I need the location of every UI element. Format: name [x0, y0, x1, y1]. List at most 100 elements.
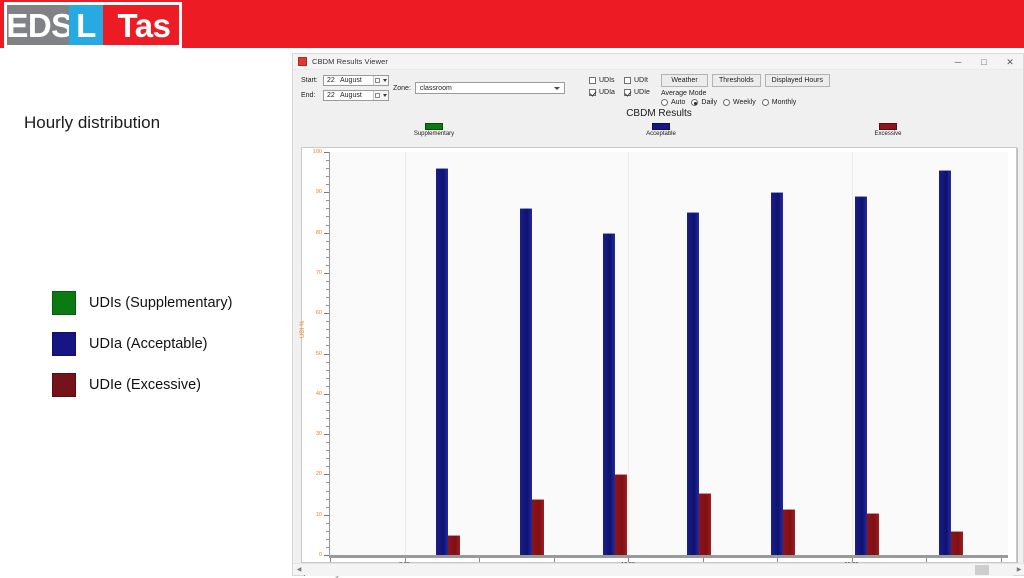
radio-weekly[interactable]: Weekly — [722, 99, 756, 106]
grid-band — [330, 152, 1008, 233]
radio-monthly[interactable]: Monthly — [761, 99, 797, 106]
chart-legend-item-excessive: Excessive — [843, 123, 933, 137]
x-tick — [553, 558, 555, 562]
x-axis-line — [329, 555, 1008, 558]
start-date-input[interactable]: 22 August — [323, 75, 389, 86]
end-date-spinner[interactable] — [373, 91, 388, 100]
slide-legend: UDIs (Supplementary) UDIa (Acceptable) U… — [52, 282, 292, 405]
chart-legend: Supplementary Acceptable Excessive — [293, 123, 1024, 145]
y-tick-label: 50 — [315, 350, 322, 357]
scroll-left-arrow-icon[interactable]: ◀ — [293, 566, 305, 573]
legend-item-label: UDIe (Excessive) — [89, 376, 201, 393]
bar-udie-2 — [615, 474, 628, 555]
scrollbar-thumb[interactable] — [975, 564, 989, 575]
radio-daily[interactable]: Daily — [691, 99, 717, 106]
y-tick-label: 0 — [318, 552, 322, 558]
bar-udia-2 — [603, 232, 616, 555]
y-tick-label: 20 — [315, 471, 322, 478]
y-axis-ticks: 0 10 20 30 40 50 60 70 80 90 100 — [302, 149, 330, 558]
legend-item-label: UDIa (Acceptable) — [89, 335, 208, 352]
close-button[interactable]: ✕ — [997, 54, 1023, 70]
x-tick — [926, 558, 928, 562]
green-square-swatch-icon — [52, 290, 76, 315]
checkbox-label: UDIe — [634, 88, 650, 96]
checkbox-label: UDIs — [599, 76, 615, 84]
plot-area[interactable] — [330, 152, 1008, 555]
end-date-day: 22 — [327, 92, 335, 99]
udi-checkbox-row-top: UDIs UDIt — [589, 74, 659, 86]
x-tick — [777, 558, 779, 562]
start-date-month: August — [340, 77, 362, 84]
zone-select[interactable]: classroom — [414, 82, 565, 94]
page-title: Hourly distribution — [24, 113, 161, 132]
checkbox-udia[interactable]: UDIa — [589, 86, 624, 98]
radio-auto[interactable]: Auto — [661, 99, 685, 106]
chevron-down-icon — [553, 87, 560, 90]
radio-label: Monthly — [771, 99, 797, 106]
y-tick-label: 80 — [315, 229, 322, 236]
x-tick — [330, 558, 331, 562]
window-titlebar[interactable]: CBDM Results Viewer ─ □ ✕ — [293, 54, 1023, 70]
checkbox-udie[interactable]: UDIe — [624, 86, 659, 98]
scrollbar-track[interactable] — [305, 563, 1013, 576]
end-date-group: End: 22 August — [301, 90, 389, 101]
weather-button[interactable]: Weather — [661, 74, 708, 87]
blue-square-swatch-icon — [52, 331, 76, 356]
grid-band — [330, 232, 1008, 314]
calendar-icon — [375, 93, 381, 98]
udi-checkbox-row-bottom: UDIa UDIe — [589, 86, 659, 98]
average-mode-radios: Auto Daily Weekly Monthly — [661, 99, 796, 106]
calendar-icon — [375, 78, 381, 83]
start-date-label: Start: — [301, 77, 318, 84]
minimize-button[interactable]: ─ — [945, 54, 971, 70]
bar-udie-5 — [866, 512, 879, 555]
checkbox-udit[interactable]: UDIt — [624, 74, 659, 86]
chart-legend-label: Supplementary — [413, 131, 455, 137]
darkred-swatch-icon — [879, 123, 897, 130]
start-date-day: 22 — [327, 77, 335, 84]
checkbox-box — [589, 88, 596, 96]
horizontal-scrollbar[interactable]: ◀ ▶ — [293, 563, 1024, 576]
chevron-down-icon — [382, 79, 387, 82]
zone-label: Zone: — [393, 84, 411, 92]
udi-checkbox-group: UDIs UDIt UDIa UDIe — [589, 74, 659, 98]
displayed-hours-button[interactable]: Displayed Hours — [764, 74, 830, 87]
end-date-input[interactable]: 22 August — [323, 90, 389, 101]
window-title: CBDM Results Viewer — [312, 57, 388, 66]
zone-selected-value: classroom — [419, 84, 452, 92]
radio-circle — [761, 99, 769, 106]
green-swatch-icon — [425, 123, 443, 130]
chevron-down-icon — [382, 94, 387, 97]
checkbox-label: UDIa — [599, 88, 615, 96]
thresholds-button[interactable]: Thresholds — [712, 74, 761, 87]
checkbox-udis[interactable]: UDIs — [589, 74, 624, 86]
zone-group: Zone: classroom — [393, 82, 565, 94]
bar-udia-3 — [687, 212, 700, 555]
toolbar-buttons: Weather Thresholds Displayed Hours — [661, 74, 830, 87]
bar-udie-6 — [950, 530, 963, 555]
radio-label: Daily — [701, 99, 717, 106]
bar-udie-0 — [447, 534, 460, 555]
x-tick — [1000, 558, 1002, 562]
legend-item-udia: UDIa (Acceptable) — [52, 323, 292, 364]
chart-legend-item-supplementary: Supplementary — [389, 123, 479, 137]
end-date-label: End: — [301, 92, 316, 99]
radio-circle — [661, 99, 668, 106]
maximize-button[interactable]: □ — [971, 54, 997, 70]
y-tick-label: 100 — [312, 149, 322, 155]
chart-legend-label: Excessive — [874, 131, 902, 137]
edsl-tas-logo: EDS L Tas — [4, 2, 182, 48]
toolbar: Start: 22 August End: 22 August Zone: cl… — [293, 70, 1023, 106]
cbdm-results-chart: CBDM Results Supplementary Acceptable Ex… — [293, 108, 1024, 578]
checkbox-label: UDIt — [634, 76, 648, 84]
grid-line-vertical — [628, 152, 630, 555]
grid-band — [330, 474, 1008, 555]
logo-text-eds: EDS — [6, 5, 73, 45]
cbdm-results-viewer-window: CBDM Results Viewer ─ □ ✕ Start: 22 Augu… — [292, 53, 1024, 578]
y-tick-label: 60 — [315, 310, 322, 317]
scroll-right-arrow-icon[interactable]: ▶ — [1013, 566, 1024, 573]
chart-legend-item-acceptable: Acceptable — [616, 123, 706, 137]
radio-label: Auto — [671, 99, 686, 106]
start-date-spinner[interactable] — [373, 76, 388, 85]
y-tick-label: 30 — [315, 431, 322, 438]
